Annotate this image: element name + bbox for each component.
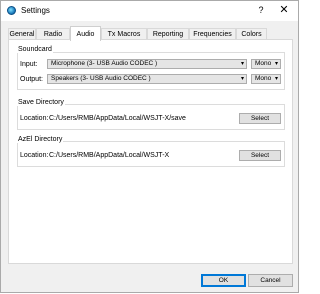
- output-device-select[interactable]: Speakers (3- USB Audio CODEC ) ▾: [47, 74, 247, 84]
- input-device-value: Microphone (3- USB Audio CODEC ): [51, 60, 158, 67]
- azel-location-value: C:/Users/RMB/AppData/Local/WSJT-X: [49, 152, 170, 159]
- help-button[interactable]: ?: [254, 3, 268, 17]
- tab-audio[interactable]: Audio: [70, 26, 101, 41]
- save-directory-title: Save Directory: [17, 99, 65, 106]
- azel-select-button[interactable]: Select: [239, 150, 281, 161]
- close-icon[interactable]: ✕: [275, 3, 293, 17]
- input-channel-value: Mono: [255, 60, 272, 67]
- output-channel-select[interactable]: Mono ▾: [251, 74, 281, 84]
- output-channel-value: Mono: [255, 75, 272, 82]
- settings-window: Settings ? ✕ General Radio Audio Tx Macr…: [0, 0, 299, 293]
- chevron-down-icon: ▾: [240, 61, 244, 67]
- audio-panel: Soundcard Input: Microphone (3- USB Audi…: [8, 39, 293, 264]
- ok-button[interactable]: OK: [201, 274, 246, 287]
- input-channel-select[interactable]: Mono ▾: [251, 59, 281, 69]
- app-icon: [7, 6, 16, 15]
- save-location-value: C:/Users/RMB/AppData/Local/WSJT-X/save: [49, 115, 186, 122]
- azel-location-label: Location:: [20, 152, 49, 159]
- save-location-label: Location:: [20, 115, 49, 122]
- save-select-button[interactable]: Select: [239, 113, 281, 124]
- azel-directory-title: AzEl Directory: [17, 136, 64, 143]
- cancel-button[interactable]: Cancel: [248, 274, 293, 287]
- input-device-select[interactable]: Microphone (3- USB Audio CODEC ) ▾: [47, 59, 247, 69]
- chevron-down-icon: ▾: [274, 76, 278, 82]
- output-device-value: Speakers (3- USB Audio CODEC ): [51, 75, 151, 82]
- window-title: Settings: [21, 6, 50, 15]
- chevron-down-icon: ▾: [240, 76, 244, 82]
- chevron-down-icon: ▾: [274, 61, 278, 67]
- soundcard-title: Soundcard: [17, 46, 53, 53]
- title-bar: Settings ? ✕: [1, 1, 298, 21]
- output-label: Output:: [20, 76, 43, 83]
- input-label: Input:: [20, 61, 38, 68]
- soundcard-group: [17, 52, 285, 90]
